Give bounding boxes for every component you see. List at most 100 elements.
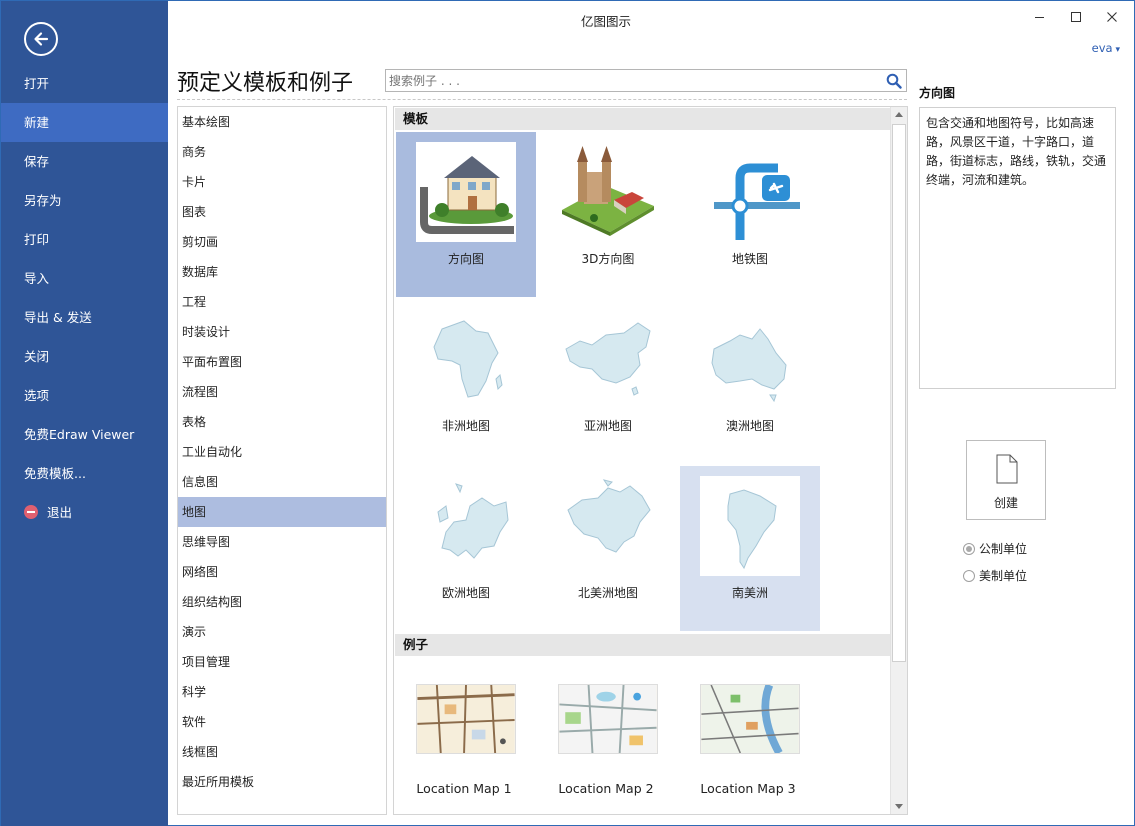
location-map-1-thumbnail [416, 684, 516, 754]
category-item[interactable]: 组织结构图 [178, 587, 386, 617]
example-label: Location Map 1 [416, 781, 512, 796]
category-item[interactable]: 思维导图 [178, 527, 386, 557]
example-tile-location-map-3[interactable]: Location Map 3 [678, 662, 818, 796]
maximize-icon[interactable] [1068, 9, 1084, 25]
back-arrow-icon [34, 32, 49, 46]
create-label: 创建 [993, 496, 1018, 510]
vertical-scrollbar[interactable] [890, 107, 907, 814]
template-label: 非洲地图 [441, 419, 490, 433]
australia-map-thumbnail [711, 328, 787, 403]
location-map-2-thumbnail [558, 684, 658, 754]
preview-title: 方向图 [919, 86, 956, 100]
category-item[interactable]: 科学 [178, 677, 386, 707]
templates-section-header: 模板 [395, 108, 891, 130]
search-box [385, 69, 907, 92]
template-gallery: 模板 方向图 3D方向图 地铁图 非洲地图 亚洲地图 澳洲地图 欧洲地图 北美洲… [393, 106, 908, 815]
menu-export-send[interactable]: 导出 & 发送 [1, 298, 168, 337]
example-label: Location Map 2 [558, 781, 654, 796]
template-tile-directional-map[interactable]: 方向图 [396, 132, 536, 297]
category-item[interactable]: 信息图 [178, 467, 386, 497]
menu-options[interactable]: 选项 [1, 376, 168, 415]
template-tile-europe-map[interactable]: 欧洲地图 [396, 466, 536, 631]
template-label: 澳洲地图 [725, 419, 774, 433]
asia-map-thumbnail [565, 322, 651, 396]
examples-section-header: 例子 [395, 634, 891, 656]
preview-description: 包含交通和地图符号，比如高速路，风景区干道，十字路口，道路，街道标志，路线，铁轨… [919, 107, 1116, 389]
menu-close[interactable]: 关闭 [1, 337, 168, 376]
template-label: 欧洲地图 [441, 586, 490, 600]
category-item[interactable]: 流程图 [178, 377, 386, 407]
template-label: 北美洲地图 [577, 586, 638, 600]
template-label: 3D方向图 [581, 252, 635, 266]
close-icon[interactable] [1104, 9, 1120, 25]
back-button[interactable] [24, 22, 58, 56]
category-item[interactable]: 时装设计 [178, 317, 386, 347]
3d-map-thumbnail [562, 146, 654, 236]
category-item[interactable]: 基本绘图 [178, 107, 386, 137]
us-radio[interactable] [963, 570, 975, 582]
us-units-option[interactable]: 美制单位 [963, 567, 1027, 584]
template-label: 地铁图 [731, 252, 768, 266]
menu-free-viewer[interactable]: 免费Edraw Viewer [1, 415, 168, 454]
example-tile-location-map-1[interactable]: Location Map 1 [394, 662, 534, 796]
menu-new[interactable]: 新建 [1, 103, 168, 142]
scroll-thumb[interactable] [892, 124, 906, 662]
scroll-up-icon[interactable] [891, 107, 907, 123]
exit-icon [24, 505, 38, 519]
menu-save[interactable]: 保存 [1, 142, 168, 181]
subway-map-thumbnail [714, 163, 800, 240]
category-item-maps[interactable]: 地图 [178, 497, 386, 527]
category-list: 基本绘图 商务 卡片 图表 剪切画 数据库 工程 时装设计 平面布置图 流程图 … [177, 106, 387, 815]
scroll-down-icon[interactable] [891, 798, 907, 814]
category-item[interactable]: 表格 [178, 407, 386, 437]
category-item[interactable]: 工程 [178, 287, 386, 317]
category-item[interactable]: 图表 [178, 197, 386, 227]
user-account-link[interactable]: eva [1092, 41, 1120, 55]
location-map-3-thumbnail [700, 684, 800, 754]
directional-map-thumbnail [416, 142, 516, 242]
category-item[interactable]: 剪切画 [178, 227, 386, 257]
backstage-menu: 打开 新建 保存 另存为 打印 导入 导出 & 发送 关闭 选项 免费Edraw… [1, 64, 168, 532]
search-icon[interactable] [886, 73, 902, 89]
template-tile-asia-map[interactable]: 亚洲地图 [538, 299, 678, 464]
category-item[interactable]: 数据库 [178, 257, 386, 287]
template-tile-3d-directional-map[interactable]: 3D方向图 [538, 132, 678, 297]
category-item[interactable]: 商务 [178, 137, 386, 167]
title-bar: 亿图图示 [168, 1, 1134, 37]
page-title: 预定义模板和例子 [177, 71, 354, 96]
example-tile-location-map-2[interactable]: Location Map 2 [536, 662, 676, 796]
new-document-icon [996, 454, 1018, 484]
template-tile-north-america-map[interactable]: 北美洲地图 [538, 466, 678, 631]
template-tile-subway-map[interactable]: 地铁图 [680, 132, 820, 297]
category-item[interactable]: 平面布置图 [178, 347, 386, 377]
window-title: 亿图图示 [580, 14, 631, 29]
category-item[interactable]: 项目管理 [178, 647, 386, 677]
app-window: 打开 新建 保存 另存为 打印 导入 导出 & 发送 关闭 选项 免费Edraw… [0, 0, 1135, 826]
menu-print[interactable]: 打印 [1, 220, 168, 259]
menu-free-templates[interactable]: 免费模板... [1, 454, 168, 493]
category-item[interactable]: 线框图 [178, 737, 386, 767]
category-item[interactable]: 卡片 [178, 167, 386, 197]
europe-map-thumbnail [437, 483, 509, 559]
menu-exit[interactable]: 退出 [1, 493, 168, 532]
minimize-icon[interactable] [1032, 9, 1048, 25]
example-label: Location Map 3 [700, 781, 796, 796]
menu-save-as[interactable]: 另存为 [1, 181, 168, 220]
template-label: 亚洲地图 [583, 419, 632, 433]
south-america-map-thumbnail [700, 476, 800, 576]
template-tile-south-america-map[interactable]: 南美洲 [680, 466, 820, 631]
create-button[interactable]: 创建 [966, 440, 1046, 520]
category-item[interactable]: 软件 [178, 707, 386, 737]
search-input[interactable] [386, 70, 876, 91]
menu-open[interactable]: 打开 [1, 64, 168, 103]
category-item[interactable]: 演示 [178, 617, 386, 647]
category-item[interactable]: 最近所用模板 [178, 767, 386, 797]
category-item[interactable]: 工业自动化 [178, 437, 386, 467]
category-item[interactable]: 网络图 [178, 557, 386, 587]
template-tile-australia-map[interactable]: 澳洲地图 [680, 299, 820, 464]
template-label: 方向图 [447, 252, 484, 266]
menu-import[interactable]: 导入 [1, 259, 168, 298]
metric-radio[interactable] [963, 543, 975, 555]
template-tile-africa-map[interactable]: 非洲地图 [396, 299, 536, 464]
metric-units-option[interactable]: 公制单位 [963, 540, 1027, 557]
